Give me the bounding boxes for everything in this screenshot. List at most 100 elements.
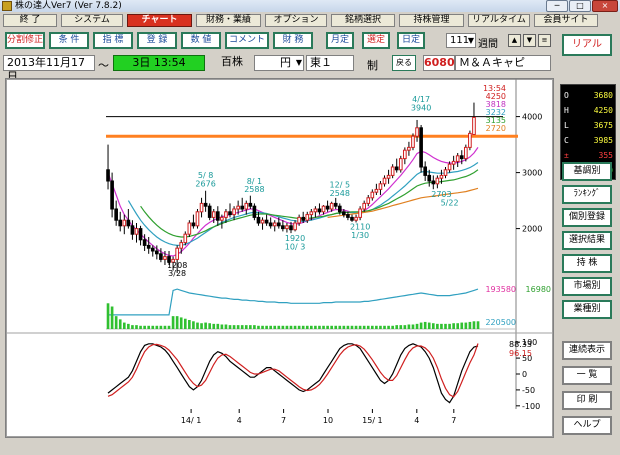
- menu-tab-holdings[interactable]: 持株管理: [399, 14, 464, 27]
- continuous-display-button[interactable]: 連続表示: [562, 341, 612, 360]
- candle-body: [370, 191, 375, 199]
- candle-body: [374, 188, 379, 193]
- volume-bar: [342, 325, 346, 329]
- market-field[interactable]: 東１: [306, 55, 354, 71]
- volume-bar: [326, 325, 329, 329]
- volume-bar: [297, 325, 301, 329]
- volume-bar: [171, 316, 175, 329]
- volume-bar: [269, 325, 272, 329]
- realtime-button[interactable]: リアル: [562, 34, 612, 56]
- date-field[interactable]: 2013年11月17日: [3, 55, 95, 83]
- volume-bar: [460, 322, 464, 329]
- candle-body: [464, 146, 468, 160]
- volume-bar: [423, 321, 427, 329]
- menu-tab-finance[interactable]: 財務・業績: [196, 14, 261, 27]
- quote-low: L 3675: [564, 121, 613, 130]
- daily-button[interactable]: 日定: [397, 32, 425, 49]
- candle-body: [285, 225, 289, 230]
- candle-body: [281, 225, 285, 230]
- volume-bar: [122, 322, 126, 329]
- individual-register-button[interactable]: 個別登録: [562, 208, 612, 227]
- selected-button[interactable]: 選定: [362, 32, 390, 49]
- minimize-button[interactable]: ─: [546, 0, 568, 12]
- indicators-button[interactable]: 指 標: [93, 32, 133, 49]
- volume-bar: [196, 322, 199, 329]
- title-bar: 株の達人Ver7 (Ver 7.8.2) ─ □ ×: [0, 0, 620, 12]
- volume-bar: [338, 325, 342, 329]
- candle-body: [321, 205, 326, 213]
- candle-body: [110, 180, 114, 210]
- conditions-button[interactable]: 条 件: [49, 32, 89, 49]
- volume-bar: [228, 325, 232, 329]
- industry-button[interactable]: 業種別: [562, 300, 612, 319]
- candle-body: [203, 202, 208, 207]
- menu-tab-exit[interactable]: 終 了: [3, 14, 57, 27]
- candle-body: [451, 160, 456, 165]
- volume-bar: [147, 325, 151, 329]
- volume-bar: [114, 316, 118, 329]
- market-button[interactable]: 市場別: [562, 277, 612, 296]
- list-button[interactable]: 一 覧: [562, 366, 612, 385]
- scroll-down-button[interactable]: ▼: [523, 34, 536, 47]
- split-adjust-button[interactable]: 分割修正: [5, 32, 45, 49]
- volume-bar: [383, 325, 386, 329]
- menu-tab-chart[interactable]: チャート: [127, 14, 192, 27]
- back-button[interactable]: 戻る: [392, 55, 416, 71]
- candle-body: [447, 163, 452, 171]
- print-button[interactable]: 印 刷: [562, 391, 612, 410]
- currency-value: 円: [280, 56, 291, 69]
- volume-bar: [188, 320, 191, 329]
- menu-tab-option[interactable]: オプション: [265, 14, 327, 27]
- scroll-up-button[interactable]: ▲: [508, 34, 521, 47]
- candle-body: [244, 202, 249, 210]
- monthly-button[interactable]: 月定: [326, 32, 354, 49]
- candle-body: [333, 202, 338, 207]
- register-button[interactable]: 登 録: [137, 32, 177, 49]
- app-icon: [2, 1, 12, 11]
- financials-button[interactable]: 財 務: [273, 32, 313, 49]
- volume-label: 16980: [526, 285, 551, 294]
- selection-results-button[interactable]: 選択結果: [562, 231, 612, 250]
- stock-code[interactable]: 6080: [423, 55, 455, 71]
- help-button[interactable]: ヘルプ: [562, 416, 612, 435]
- menu-tab-stock-select[interactable]: 銘柄選択: [331, 14, 395, 27]
- x-tick-label: 14/ 1: [181, 416, 202, 425]
- menu-icon[interactable]: ≡: [538, 34, 551, 47]
- menu-tab-member[interactable]: 会員サイト: [534, 14, 598, 27]
- candle-body: [224, 211, 228, 218]
- volume-bar: [318, 325, 321, 329]
- x-tick-label: 4: [414, 416, 419, 425]
- candle-body: [439, 174, 444, 179]
- maximize-button[interactable]: □: [569, 0, 591, 12]
- volume-bar: [281, 325, 285, 329]
- menu-tab-system[interactable]: システム: [61, 14, 123, 27]
- holdings-button[interactable]: 持 株: [562, 254, 612, 273]
- stock-name: Ｍ＆Ａキャピ: [455, 55, 551, 71]
- close-button[interactable]: ×: [592, 0, 618, 12]
- trend-button[interactable]: 基調別: [562, 162, 612, 181]
- ranking-button[interactable]: ﾗﾝｷﾝｸﾞ: [562, 185, 612, 204]
- volume-bar: [452, 323, 455, 329]
- volume-bar: [350, 325, 354, 329]
- candle-body: [423, 166, 427, 176]
- currency-select[interactable]: 円 ▼: [254, 55, 304, 71]
- candle-body: [106, 169, 110, 182]
- candle-body: [276, 222, 281, 227]
- volume-bar: [431, 323, 435, 329]
- osc-y-label: -100: [522, 402, 540, 411]
- price-y-label: 2000: [522, 225, 542, 234]
- chart-canvas[interactable]: 40003000200012083/285/ 82676 8/ 125881920…: [6, 79, 553, 437]
- comment-button[interactable]: コメント: [225, 32, 269, 49]
- values-button[interactable]: 数 値: [181, 32, 221, 49]
- candle-body: [240, 205, 245, 210]
- volume-bar: [289, 325, 293, 329]
- candle-body: [411, 135, 415, 148]
- period-select[interactable]: 111 ▼: [446, 33, 476, 48]
- volume-bar: [240, 325, 244, 329]
- volume-bar: [118, 319, 122, 329]
- candle-body: [293, 222, 297, 231]
- menu-tab-realtime[interactable]: リアルタイム: [468, 14, 530, 27]
- volume-bar: [249, 325, 252, 329]
- candle-body: [195, 211, 200, 227]
- candle-body: [134, 228, 139, 235]
